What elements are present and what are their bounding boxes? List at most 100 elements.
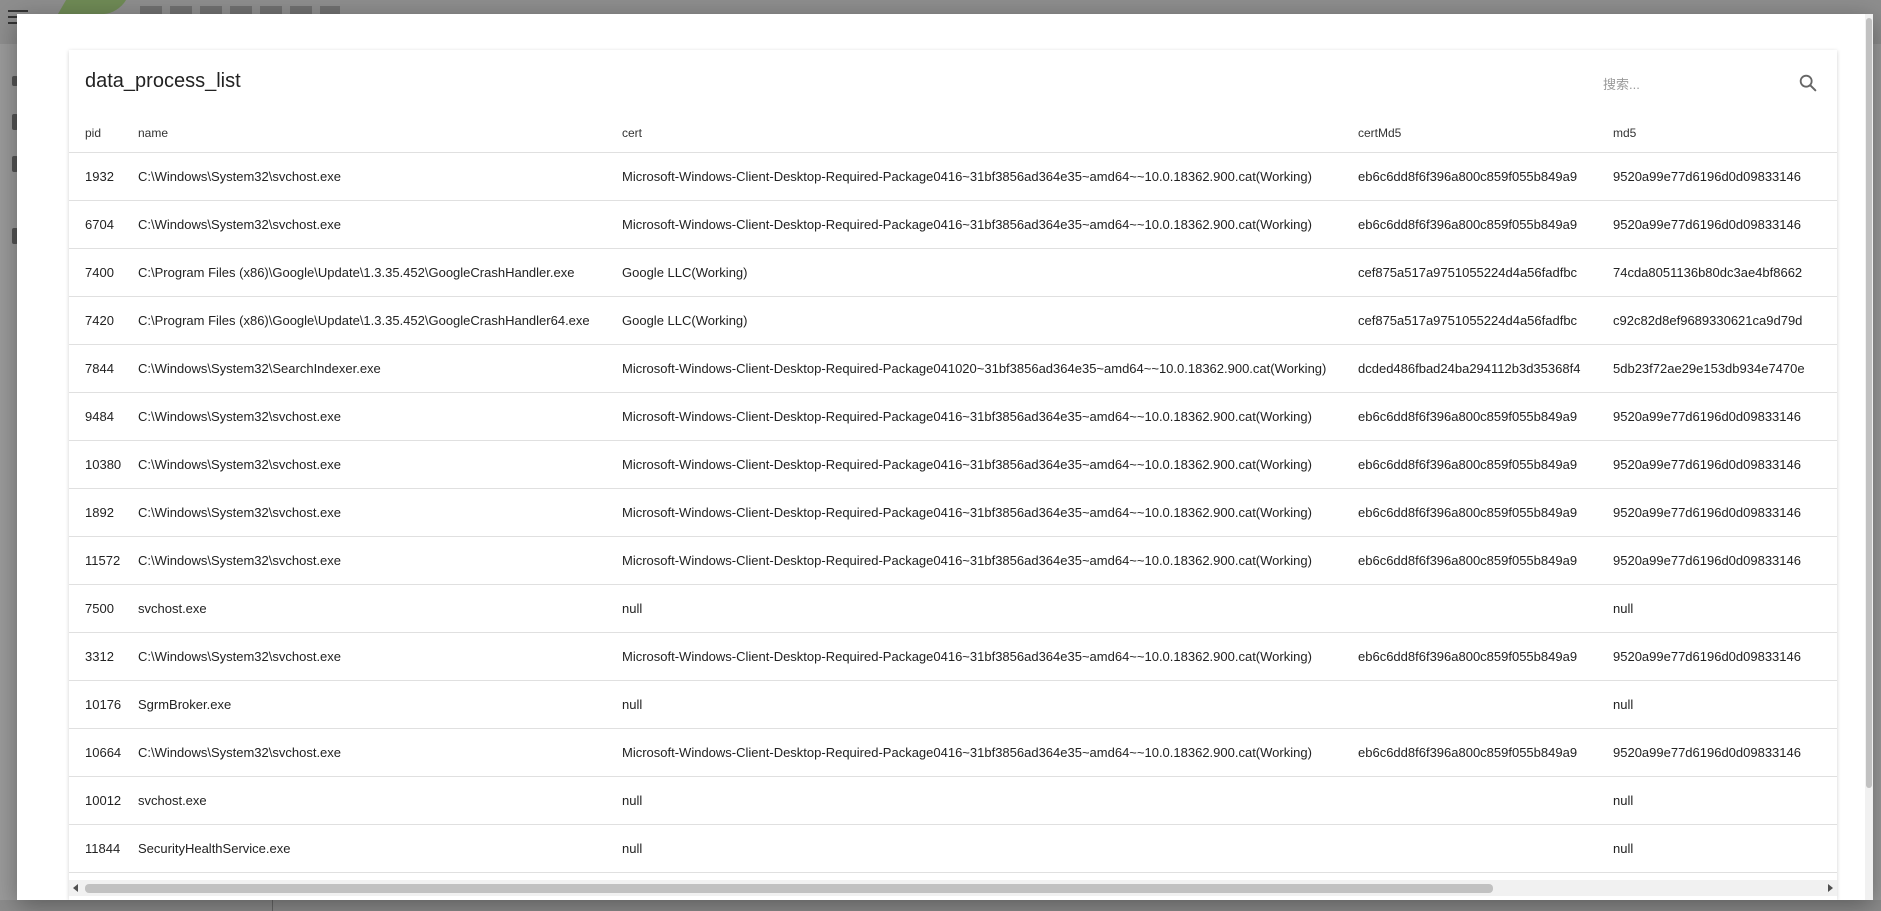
cell-md5: 9520a99e77d6196d0d09833146 — [1613, 392, 1837, 441]
cell-pid: 7400 — [69, 248, 138, 297]
cell-md5: null — [1613, 680, 1837, 729]
cell-name: C:\Windows\System32\svchost.exe — [138, 152, 622, 201]
table-body: 1932 C:\Windows\System32\svchost.exe Micro… — [69, 152, 1837, 873]
table-row[interactable]: 7400 C:\Program Files (x86)\Google\Update… — [69, 248, 1837, 297]
table-row[interactable]: 7500 svchost.exe null null — [69, 584, 1837, 633]
cell-md5: 74cda8051136b80dc3ae4bf8662 — [1613, 248, 1837, 297]
table-header-row: pid name cert certMd5 md5 — [69, 114, 1837, 153]
column-header-pid[interactable]: pid — [69, 114, 138, 153]
cell-cert: null — [622, 776, 1358, 825]
cell-md5: null — [1613, 776, 1837, 825]
cell-pid: 11844 — [69, 824, 138, 873]
cell-md5: 9520a99e77d6196d0d09833146 — [1613, 440, 1837, 489]
vertical-scrollbar-thumb[interactable] — [1866, 18, 1872, 788]
cell-name: SecurityHealthService.exe — [138, 824, 622, 873]
table-row[interactable]: 6704 C:\Windows\System32\svchost.exe Micro… — [69, 200, 1837, 249]
cell-pid: 11572 — [69, 536, 138, 585]
table-row[interactable]: 3312 C:\Windows\System32\svchost.exe Micro… — [69, 632, 1837, 681]
cell-name: SgrmBroker.exe — [138, 680, 622, 729]
cell-pid: 6704 — [69, 200, 138, 249]
cell-pid: 10012 — [69, 776, 138, 825]
cell-md5: null — [1613, 584, 1837, 633]
cell-name: C:\Program Files (x86)\Google\Update\1.3… — [138, 248, 622, 297]
table-row[interactable]: 10380 C:\Windows\System32\svchost.exe Micr… — [69, 440, 1837, 489]
search-icon[interactable] — [1797, 72, 1819, 94]
table-row[interactable]: 7844 C:\Windows\System32\SearchIndexer.ex… — [69, 344, 1837, 393]
cell-name: C:\Windows\System32\svchost.exe — [138, 440, 622, 489]
chevron-right-icon[interactable] — [1828, 884, 1833, 892]
horizontal-scrollbar-thumb[interactable] — [85, 884, 1493, 893]
cell-certmd5: dcded486fbad24ba294112b3d35368f4 — [1358, 344, 1613, 393]
cell-name: svchost.exe — [138, 584, 622, 633]
cell-certmd5: eb6c6dd8f6f396a800c859f055b849a9 — [1358, 632, 1613, 681]
cell-name: svchost.exe — [138, 776, 622, 825]
cell-cert: null — [622, 680, 1358, 729]
cell-name: C:\Windows\System32\svchost.exe — [138, 392, 622, 441]
cell-certmd5: cef875a517a9751055224d4a56fadfbc — [1358, 248, 1613, 297]
vertical-scrollbar[interactable] — [1865, 14, 1873, 900]
table-row[interactable]: 10012 svchost.exe null null — [69, 776, 1837, 825]
cell-pid: 10176 — [69, 680, 138, 729]
cell-md5: c92c82d8ef9689330621ca9d79d — [1613, 296, 1837, 345]
cell-pid: 10664 — [69, 728, 138, 777]
table-row[interactable]: 11572 C:\Windows\System32\svchost.exe Micr… — [69, 536, 1837, 585]
column-header-cert[interactable]: cert — [622, 114, 1358, 153]
cell-name: C:\Windows\System32\svchost.exe — [138, 536, 622, 585]
cell-certmd5: eb6c6dd8f6f396a800c859f055b849a9 — [1358, 440, 1613, 489]
cell-certmd5 — [1358, 680, 1613, 729]
cell-certmd5 — [1358, 776, 1613, 825]
cell-md5: 9520a99e77d6196d0d09833146 — [1613, 536, 1837, 585]
logo-text-graphic — [140, 6, 340, 14]
process-table: pid name cert certMd5 md5 1932 C:\Windows\Sys… — [69, 114, 1837, 873]
table-row[interactable]: 10664 C:\Windows\System32\svchost.exe Micr… — [69, 728, 1837, 777]
cell-pid: 10380 — [69, 440, 138, 489]
column-header-certmd5[interactable]: certMd5 — [1358, 114, 1613, 153]
cell-name: C:\Windows\System32\svchost.exe — [138, 200, 622, 249]
table-row[interactable]: 11844 SecurityHealthService.exe null null — [69, 824, 1837, 873]
cell-name: C:\Windows\System32\svchost.exe — [138, 488, 622, 537]
cell-cert: Microsoft-Windows-Client-Desktop-Require… — [622, 392, 1358, 441]
cell-certmd5: eb6c6dd8f6f396a800c859f055b849a9 — [1358, 488, 1613, 537]
cell-pid: 7844 — [69, 344, 138, 393]
cell-cert: Google LLC(Working) — [622, 248, 1358, 297]
cell-certmd5: eb6c6dd8f6f396a800c859f055b849a9 — [1358, 728, 1613, 777]
column-header-md5[interactable]: md5 — [1613, 114, 1837, 153]
table-title: data_process_list — [85, 70, 241, 92]
cell-certmd5 — [1358, 584, 1613, 633]
column-header-name[interactable]: name — [138, 114, 622, 153]
logo-icon — [57, 0, 127, 14]
cell-md5: 9520a99e77d6196d0d09833146 — [1613, 632, 1837, 681]
cell-md5: 9520a99e77d6196d0d09833146 — [1613, 152, 1837, 201]
cell-pid: 3312 — [69, 632, 138, 681]
table-toolbar: data_process_list — [69, 50, 1837, 112]
cell-certmd5: eb6c6dd8f6f396a800c859f055b849a9 — [1358, 536, 1613, 585]
horizontal-scrollbar[interactable] — [69, 880, 1837, 896]
cell-cert: Microsoft-Windows-Client-Desktop-Require… — [622, 344, 1358, 393]
search-input[interactable] — [1601, 72, 1795, 96]
cell-name: C:\Program Files (x86)\Google\Update\1.3… — [138, 296, 622, 345]
cell-md5: null — [1613, 824, 1837, 873]
table-row[interactable]: 10176 SgrmBroker.exe null null — [69, 680, 1837, 729]
table-viewport[interactable]: pid name cert certMd5 md5 1932 C:\Windows\Sys… — [69, 114, 1837, 878]
cell-name: C:\Windows\System32\SearchIndexer.exe — [138, 344, 622, 393]
cell-cert: Microsoft-Windows-Client-Desktop-Require… — [622, 200, 1358, 249]
cell-certmd5: cef875a517a9751055224d4a56fadfbc — [1358, 296, 1613, 345]
cell-certmd5 — [1358, 824, 1613, 873]
table-row[interactable]: 1932 C:\Windows\System32\svchost.exe Micro… — [69, 152, 1837, 201]
cell-cert: Microsoft-Windows-Client-Desktop-Require… — [622, 440, 1358, 489]
chevron-left-icon[interactable] — [73, 884, 78, 892]
cell-cert: Google LLC(Working) — [622, 296, 1358, 345]
table-header: pid name cert certMd5 md5 — [69, 114, 1837, 153]
cell-certmd5: eb6c6dd8f6f396a800c859f055b849a9 — [1358, 392, 1613, 441]
cell-pid: 9484 — [69, 392, 138, 441]
cell-cert: null — [622, 584, 1358, 633]
background-divider — [272, 900, 273, 911]
cell-md5: 9520a99e77d6196d0d09833146 — [1613, 200, 1837, 249]
process-table-card: data_process_list pidnamecertcertMd5md5 … — [69, 50, 1837, 900]
table-row[interactable]: 1892 C:\Windows\System32\svchost.exe Micro… — [69, 488, 1837, 537]
table-row[interactable]: 9484 C:\Windows\System32\svchost.exe Micro… — [69, 392, 1837, 441]
cell-md5: 9520a99e77d6196d0d09833146 — [1613, 488, 1837, 537]
table-row[interactable]: 7420 C:\Program Files (x86)\Google\Update… — [69, 296, 1837, 345]
cell-md5: 9520a99e77d6196d0d09833146 — [1613, 728, 1837, 777]
cell-cert: Microsoft-Windows-Client-Desktop-Require… — [622, 536, 1358, 585]
